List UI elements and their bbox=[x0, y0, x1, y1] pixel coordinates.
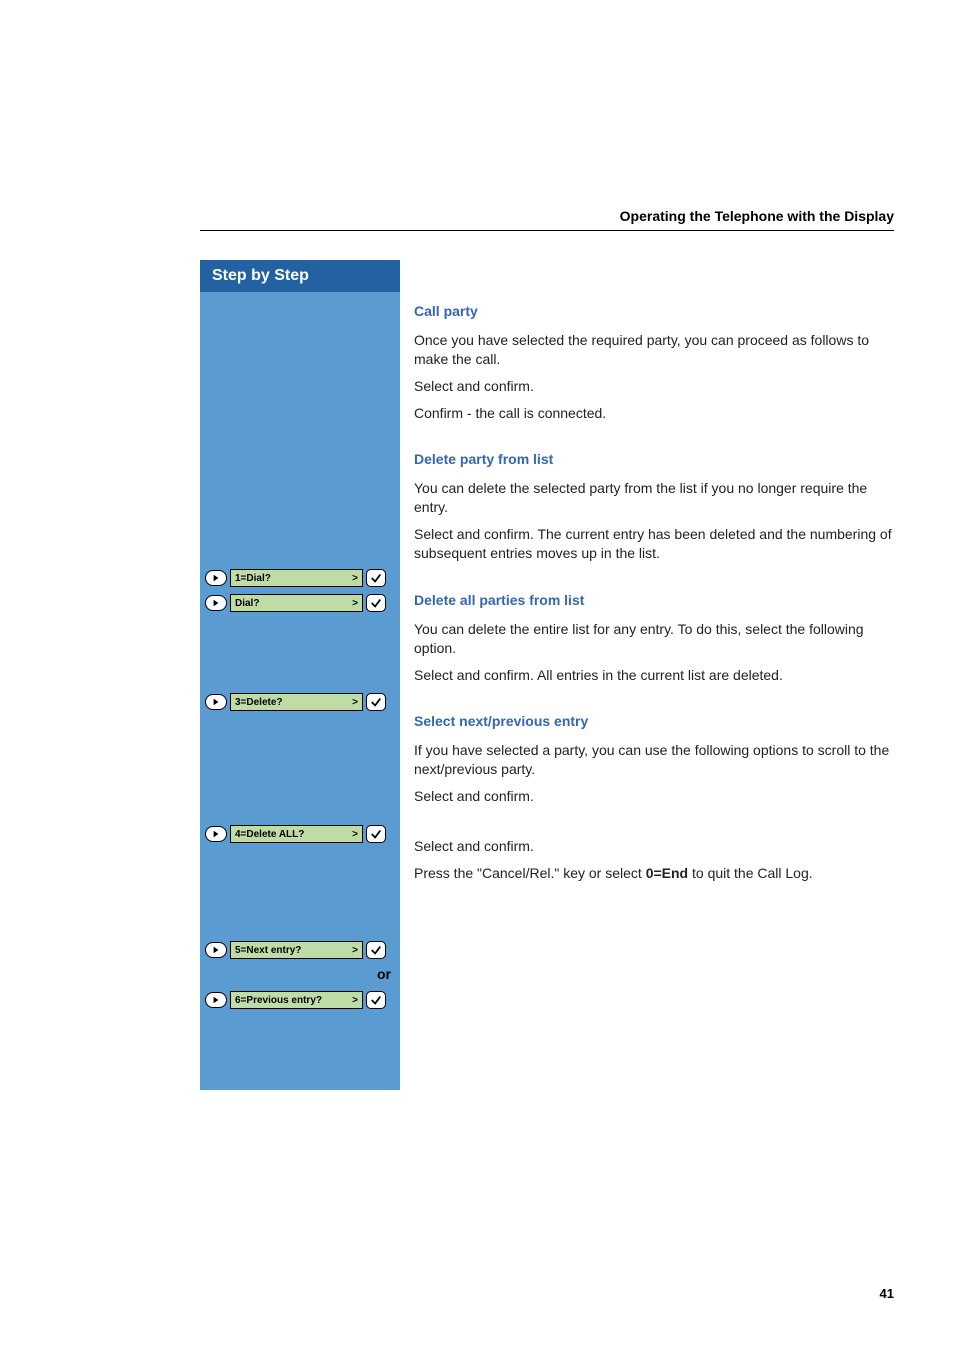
check-icon bbox=[366, 693, 386, 711]
display-delete3: 3=Delete? > bbox=[230, 693, 363, 711]
paragraph: Select and confirm. bbox=[414, 837, 899, 856]
display-label: 5=Next entry? bbox=[235, 945, 301, 956]
paragraph: You can delete the entire list for any e… bbox=[414, 620, 899, 658]
step-row-prev6: 6=Previous entry? > bbox=[200, 991, 386, 1009]
check-icon bbox=[366, 594, 386, 612]
display-label: 3=Delete? bbox=[235, 697, 283, 708]
check-icon bbox=[366, 941, 386, 959]
display-arrow: > bbox=[352, 598, 358, 609]
step-row-delete3: 3=Delete? > bbox=[200, 693, 386, 711]
display-label: 4=Delete ALL? bbox=[235, 829, 304, 840]
nav-right-icon bbox=[205, 942, 227, 958]
step-row-dial: Dial? > bbox=[200, 594, 386, 612]
paragraph: Once you have selected the required part… bbox=[414, 331, 899, 369]
step-row-next5: 5=Next entry? > bbox=[200, 941, 386, 959]
nav-right-icon bbox=[205, 595, 227, 611]
paragraph: Select and confirm. The current entry ha… bbox=[414, 525, 899, 563]
display-dial1: 1=Dial? > bbox=[230, 569, 363, 587]
bold-text: 0=End bbox=[646, 865, 688, 881]
section-title-call-party: Call party bbox=[414, 302, 899, 321]
sidebar: Step by Step bbox=[200, 260, 400, 1090]
display-label: Dial? bbox=[235, 598, 259, 609]
check-icon bbox=[366, 569, 386, 587]
display-arrow: > bbox=[352, 829, 358, 840]
text-fragment: Press the "Cancel/Rel." key or select bbox=[414, 865, 646, 881]
step-row-dial1: 1=Dial? > bbox=[200, 569, 386, 587]
nav-right-icon bbox=[205, 570, 227, 586]
display-arrow: > bbox=[352, 697, 358, 708]
paragraph: Select and confirm. All entries in the c… bbox=[414, 666, 899, 685]
paragraph: Select and confirm. bbox=[414, 787, 899, 806]
nav-right-icon bbox=[205, 826, 227, 842]
nav-right-icon bbox=[205, 992, 227, 1008]
display-label: 6=Previous entry? bbox=[235, 995, 322, 1006]
paragraph: Press the "Cancel/Rel." key or select 0=… bbox=[414, 864, 899, 883]
paragraph: Select and confirm. bbox=[414, 377, 899, 396]
display-next5: 5=Next entry? > bbox=[230, 941, 363, 959]
paragraph: You can delete the selected party from t… bbox=[414, 479, 899, 517]
check-icon bbox=[366, 991, 386, 1009]
section-title-delete-all: Delete all parties from list bbox=[414, 591, 899, 610]
sidebar-heading: Step by Step bbox=[200, 260, 400, 292]
check-icon bbox=[366, 825, 386, 843]
display-arrow: > bbox=[352, 995, 358, 1006]
display-deleteall4: 4=Delete ALL? > bbox=[230, 825, 363, 843]
page-header-title: Operating the Telephone with the Display bbox=[620, 208, 894, 224]
header-rule bbox=[200, 230, 894, 231]
display-prev6: 6=Previous entry? > bbox=[230, 991, 363, 1009]
page-number: 41 bbox=[880, 1286, 894, 1301]
section-title-select-next: Select next/previous entry bbox=[414, 712, 899, 731]
paragraph: Confirm - the call is connected. bbox=[414, 404, 899, 423]
step-row-deleteall4: 4=Delete ALL? > bbox=[200, 825, 386, 843]
nav-right-icon bbox=[205, 694, 227, 710]
display-arrow: > bbox=[352, 945, 358, 956]
display-dial: Dial? > bbox=[230, 594, 363, 612]
section-title-delete-party: Delete party from list bbox=[414, 450, 899, 469]
or-label: or bbox=[377, 966, 391, 982]
paragraph: If you have selected a party, you can us… bbox=[414, 741, 899, 779]
display-label: 1=Dial? bbox=[235, 573, 271, 584]
text-fragment: to quit the Call Log. bbox=[688, 865, 813, 881]
display-arrow: > bbox=[352, 573, 358, 584]
